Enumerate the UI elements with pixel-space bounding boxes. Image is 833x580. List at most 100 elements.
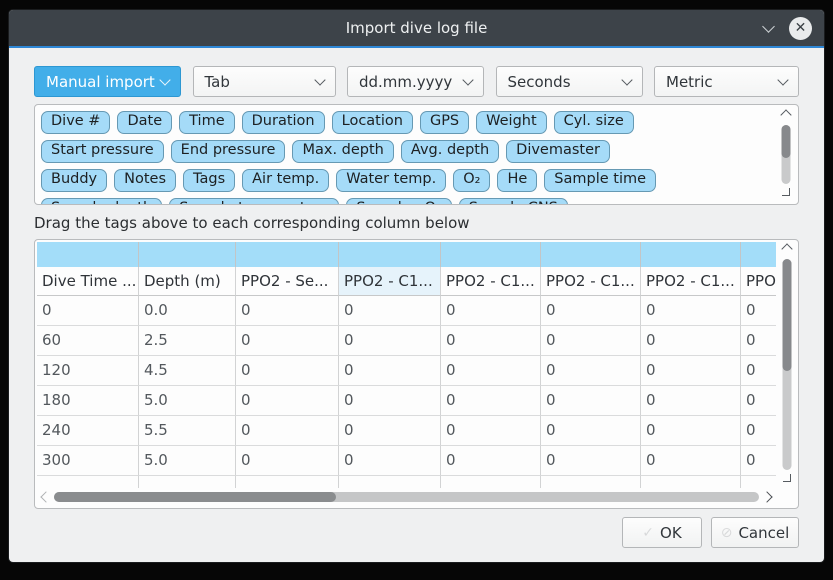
table-horizontal-scrollbar[interactable]: [37, 488, 776, 506]
tag-rows: Dive # Date Time Duration Location GPS Weight C…: [41, 111, 770, 205]
date-format-select[interactable]: dd.mm.yyyy: [347, 66, 484, 97]
drop-target-column-5[interactable]: [541, 242, 641, 267]
tag-dive[interactable]: Dive #: [41, 111, 110, 134]
table-cell: 0: [741, 296, 776, 326]
table-cell: 0: [741, 446, 776, 476]
tag-sample-temperature[interactable]: Sample temperature: [169, 198, 339, 205]
table-cell: 0: [339, 446, 441, 476]
close-icon: ✕: [795, 21, 807, 35]
tag-sample-depth[interactable]: Sample depth: [41, 198, 162, 205]
cancel-button[interactable]: ⊘ Cancel: [711, 517, 799, 548]
column-header-7[interactable]: PPO2: [741, 267, 776, 296]
scroll-up-icon[interactable]: [781, 243, 792, 254]
table-cell: 0: [441, 446, 541, 476]
table-cell: 0: [441, 326, 541, 356]
field-separator-select[interactable]: Tab: [193, 66, 336, 97]
tag-sample-po[interactable]: Sample pO₂: [346, 198, 451, 205]
tag-sample-cns[interactable]: Sample CNS: [459, 198, 568, 205]
tag-date[interactable]: Date: [117, 111, 172, 134]
scrollbar-thumb[interactable]: [783, 259, 792, 371]
column-header-4[interactable]: PPO2 - C1...: [441, 267, 541, 296]
table-cell: 4.5: [139, 356, 236, 386]
table-vertical-scrollbar[interactable]: [778, 242, 796, 487]
ok-button[interactable]: ✓ OK: [622, 517, 702, 548]
import-mode-value: Manual import: [46, 73, 155, 91]
scroll-down-icon[interactable]: [783, 474, 791, 482]
tag-gps[interactable]: GPS: [420, 111, 469, 134]
date-format-value: dd.mm.yyyy: [359, 73, 452, 91]
scrollbar-thumb[interactable]: [782, 125, 791, 158]
tag-time[interactable]: Time: [179, 111, 235, 134]
tag-water-temp[interactable]: Water temp.: [336, 169, 446, 192]
scrollbar-track[interactable]: [783, 259, 792, 470]
drop-target-column-1[interactable]: [139, 242, 236, 267]
tag-end-pressure[interactable]: End pressure: [171, 140, 286, 163]
drop-target-column-4[interactable]: [441, 242, 541, 267]
tag-divemaster[interactable]: Divemaster: [506, 140, 610, 163]
table-cell: 120: [37, 356, 139, 386]
tag-sample-time[interactable]: Sample time: [544, 169, 656, 192]
drop-target-column-0[interactable]: [37, 242, 139, 267]
column-header-3[interactable]: PPO2 - C1...: [339, 267, 441, 296]
tag-area-vertical-scrollbar[interactable]: [777, 108, 795, 201]
tag-air-temp[interactable]: Air temp.: [242, 169, 329, 192]
tag-weight[interactable]: Weight: [476, 111, 547, 134]
table-cell: 0: [441, 356, 541, 386]
accent-divider: [9, 46, 824, 48]
cancel-button-label: Cancel: [738, 524, 789, 542]
table-cell: 2.5: [139, 326, 236, 356]
table-cell: 0: [541, 296, 641, 326]
cancel-circle-icon: ⊘: [721, 525, 733, 541]
column-header-2[interactable]: PPO2 - Se...: [236, 267, 339, 296]
column-header-5[interactable]: PPO2 - C1...: [541, 267, 641, 296]
drop-target-column-6[interactable]: [641, 242, 741, 267]
table-row: 1204.5000000: [37, 356, 776, 386]
units-select[interactable]: Metric: [654, 66, 799, 97]
tag-avg-depth[interactable]: Avg. depth: [401, 140, 499, 163]
shade-chevron-down-icon[interactable]: [762, 20, 775, 33]
tag-o[interactable]: O₂: [453, 169, 490, 192]
scroll-down-icon[interactable]: [782, 188, 790, 196]
drop-target-column-3[interactable]: [339, 242, 441, 267]
table-row: 1805.0000000: [37, 386, 776, 416]
table-cell: 0: [37, 296, 139, 326]
table-cell: 0: [441, 386, 541, 416]
tag-tags[interactable]: Tags: [183, 169, 235, 192]
close-button[interactable]: ✕: [789, 17, 812, 40]
tag-duration[interactable]: Duration: [242, 111, 325, 134]
table-cell: 240: [37, 416, 139, 446]
drop-target-column-7[interactable]: [741, 242, 776, 267]
scroll-up-icon[interactable]: [780, 109, 791, 120]
table-cell: 0: [641, 326, 741, 356]
table-cell: 0: [741, 416, 776, 446]
tag-he[interactable]: He: [497, 169, 537, 192]
table-cell: 0: [541, 446, 641, 476]
drop-target-column-2[interactable]: [236, 242, 339, 267]
scroll-right-icon[interactable]: [761, 491, 772, 502]
tag-notes[interactable]: Notes: [114, 169, 176, 192]
tag-cyl-size[interactable]: Cyl. size: [554, 111, 634, 134]
tag-start-pressure[interactable]: Start pressure: [41, 140, 164, 163]
scrollbar-thumb[interactable]: [54, 492, 336, 502]
table-cell: 0: [541, 326, 641, 356]
table-cell: 0: [441, 296, 541, 326]
tag-location[interactable]: Location: [332, 111, 413, 134]
column-header-6[interactable]: PPO2 - C1...: [641, 267, 741, 296]
table-cell: 0: [236, 296, 339, 326]
column-header-1[interactable]: Depth (m): [139, 267, 236, 296]
table-cell: 0: [236, 326, 339, 356]
scroll-left-icon[interactable]: [40, 491, 51, 502]
table-cell: 0: [236, 386, 339, 416]
table-cell: 0: [541, 356, 641, 386]
tag-max-depth[interactable]: Max. depth: [292, 140, 393, 163]
tag-buddy[interactable]: Buddy: [41, 169, 107, 192]
table-cell: 0: [236, 416, 339, 446]
import-mode-select[interactable]: Manual import: [34, 66, 181, 97]
duration-format-select[interactable]: Seconds: [496, 66, 643, 97]
scrollbar-track[interactable]: [54, 492, 759, 502]
table-row: 602.5000000: [37, 326, 776, 356]
tag-row: Sample depth Sample temperature Sample pO₂…: [41, 198, 770, 205]
column-header-0[interactable]: Dive Time ...: [37, 267, 139, 296]
table-cell: 0: [339, 326, 441, 356]
scrollbar-track[interactable]: [782, 125, 791, 184]
